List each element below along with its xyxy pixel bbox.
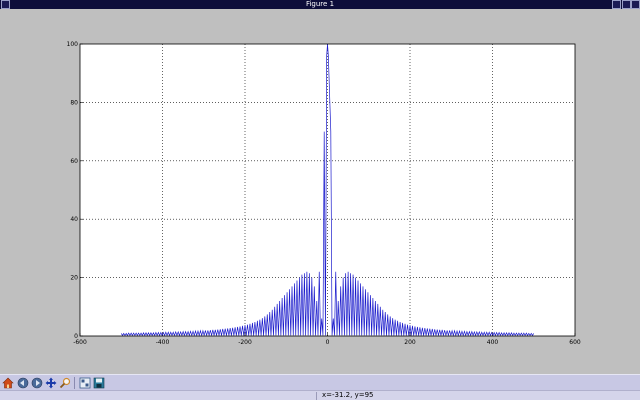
maximize-button[interactable]: [622, 0, 631, 9]
zoom-icon: [59, 377, 71, 389]
close-button[interactable]: [631, 0, 640, 9]
y-tick-label: 40: [70, 216, 78, 223]
x-tick-label: 200: [404, 339, 416, 346]
zoom-button[interactable]: [59, 377, 71, 389]
forward-button[interactable]: [31, 377, 43, 389]
cursor-coordinates: x=-31.2, y=95: [322, 391, 374, 399]
y-tick-label: 80: [70, 99, 78, 106]
plot-svg[interactable]: -600 -400 -200 0 200 400 600 0 20 40 60 80 100: [0, 9, 640, 374]
home-button[interactable]: [2, 377, 14, 389]
forward-icon: [31, 377, 43, 389]
x-tick-label: -400: [156, 339, 170, 346]
toolbar-separator: [74, 377, 75, 389]
home-icon: [2, 377, 14, 389]
x-tick-label: 0: [326, 339, 330, 346]
save-button[interactable]: [93, 377, 105, 389]
y-tick-label: 0: [74, 333, 78, 340]
save-icon: [93, 377, 105, 389]
y-tick-label: 100: [67, 41, 79, 48]
x-tick-label: -600: [73, 339, 87, 346]
x-tick-label: 400: [487, 339, 499, 346]
minimize-button[interactable]: [612, 0, 621, 9]
pan-icon: [45, 377, 57, 389]
navigation-toolbar: [0, 374, 640, 390]
window-title: Figure 1: [305, 0, 335, 8]
figure-canvas[interactable]: -600 -400 -200 0 200 400 600 0 20 40 60 80 100: [0, 9, 640, 374]
y-tick-label: 60: [70, 158, 78, 165]
window-titlebar: Figure 1: [0, 0, 640, 9]
subplots-icon: [79, 377, 91, 389]
back-icon: [17, 377, 29, 389]
x-tick-label: -200: [238, 339, 252, 346]
status-message-area: [2, 392, 317, 400]
plot-background: [80, 44, 575, 336]
pan-button[interactable]: [45, 377, 57, 389]
y-tick-label: 20: [70, 275, 78, 282]
back-button[interactable]: [17, 377, 29, 389]
subplots-button[interactable]: [79, 377, 91, 389]
status-bar: x=-31.2, y=95: [0, 390, 640, 400]
x-tick-label: 600: [569, 339, 581, 346]
